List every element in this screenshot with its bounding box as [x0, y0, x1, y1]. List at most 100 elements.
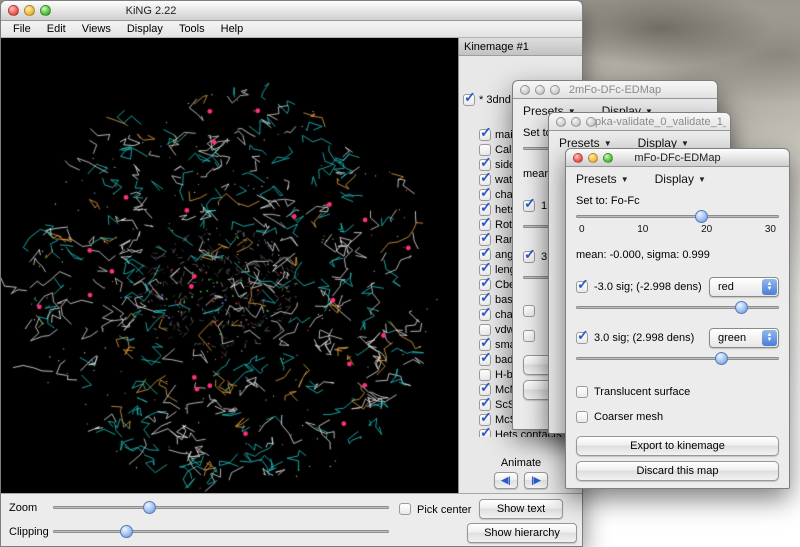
- positive-color-dropdown[interactable]: green: [709, 328, 779, 348]
- zoom-label: Zoom: [9, 502, 37, 514]
- window-controls: [520, 85, 560, 95]
- close-button[interactable]: [8, 5, 19, 16]
- tick-label: 0: [579, 224, 585, 237]
- slider-track: [53, 530, 389, 533]
- clipping-label: Clipping: [9, 526, 49, 538]
- set-to-label: Set to: Fo-Fc: [576, 191, 779, 207]
- maximize-button[interactable]: [586, 117, 596, 127]
- slider-thumb[interactable]: [715, 352, 728, 365]
- positive-sigma-label: 3.0 sig; (2.998 dens): [594, 332, 694, 344]
- window-controls: [556, 117, 596, 127]
- kinemage-item-label: * 3dnd: [479, 94, 511, 106]
- screen: KiNG 2.22 File Edit Views Display Tools …: [0, 0, 800, 547]
- sigma-2-label: 3: [541, 251, 547, 263]
- translucent-checkbox[interactable]: [523, 305, 535, 317]
- dropdown-arrows-icon: [762, 279, 777, 295]
- coarser-checkbox[interactable]: [576, 411, 588, 423]
- positive-sigma-checkbox[interactable]: [576, 332, 588, 344]
- menu-views[interactable]: Views: [74, 23, 119, 35]
- edmap-mfo-titlebar[interactable]: mFo-DFc-EDMap: [566, 149, 789, 167]
- negative-color-value: red: [718, 281, 734, 293]
- slider-thumb[interactable]: [120, 525, 133, 538]
- checkbox[interactable]: [463, 94, 475, 106]
- minimize-button[interactable]: [571, 117, 581, 127]
- translucent-row: Translucent surface: [576, 384, 779, 399]
- close-button[interactable]: [556, 117, 566, 127]
- level-slider[interactable]: [576, 209, 779, 224]
- maximize-button[interactable]: [40, 5, 51, 16]
- slider-thumb[interactable]: [143, 501, 156, 514]
- menu-help[interactable]: Help: [213, 23, 252, 35]
- animate-prev-button[interactable]: ◀|: [494, 472, 518, 489]
- menu-tools[interactable]: Tools: [171, 23, 213, 35]
- translucent-checkbox[interactable]: [576, 386, 588, 398]
- clipping-slider[interactable]: [53, 524, 389, 539]
- kinemage-panel-header: Kinemage #1: [459, 38, 583, 56]
- sigma-1-label: 1: [541, 200, 547, 212]
- close-button[interactable]: [520, 85, 530, 95]
- slider-thumb[interactable]: [735, 301, 748, 314]
- minimize-button[interactable]: [24, 5, 35, 16]
- animate-next-button[interactable]: |▶: [524, 472, 548, 489]
- positive-sigma-row: 3.0 sig; (2.998 dens) green: [576, 327, 779, 349]
- translucent-label: Translucent surface: [594, 386, 690, 398]
- king-titlebar[interactable]: KiNG 2.22: [1, 1, 582, 21]
- export-to-kinemage-button[interactable]: Export to kinemage: [576, 436, 779, 456]
- close-button[interactable]: [573, 153, 583, 163]
- display-menu[interactable]: Display: [655, 172, 706, 186]
- coarser-checkbox[interactable]: [523, 330, 535, 342]
- dialog-menubar: Presets Display: [576, 169, 779, 189]
- show-hierarchy-button[interactable]: Show hierarchy: [467, 523, 577, 543]
- slider-track: [53, 506, 389, 509]
- presets-menu-label: Presets: [576, 172, 617, 186]
- edmap-mfo-window: mFo-DFc-EDMap Presets Display Set to: Fo…: [565, 148, 790, 489]
- window-title: KiNG 2.22: [91, 5, 211, 17]
- tick-label: 10: [637, 224, 648, 237]
- slider-track: [576, 215, 779, 218]
- maximize-button[interactable]: [550, 85, 560, 95]
- king-window: KiNG 2.22 File Edit Views Display Tools …: [0, 0, 583, 547]
- slider-track: [576, 306, 779, 309]
- zoom-slider[interactable]: [53, 500, 389, 515]
- maximize-button[interactable]: [603, 153, 613, 163]
- sigma-1-checkbox[interactable]: [523, 200, 535, 212]
- menu-file[interactable]: File: [5, 23, 39, 35]
- negative-sigma-label: -3.0 sig; (-2.998 dens): [594, 281, 702, 293]
- level-slider-ticks: 0 10 20 30: [576, 224, 779, 237]
- checkbox[interactable]: [479, 354, 491, 366]
- minimize-button[interactable]: [588, 153, 598, 163]
- negative-color-dropdown[interactable]: red: [709, 277, 779, 297]
- tick-label: 30: [765, 224, 776, 237]
- positive-sigma-slider[interactable]: [576, 351, 779, 366]
- checkbox[interactable]: [479, 429, 491, 438]
- checkbox[interactable]: [479, 309, 491, 321]
- show-text-button[interactable]: Show text: [479, 499, 563, 519]
- menu-edit[interactable]: Edit: [39, 23, 74, 35]
- molecule-viewport[interactable]: [1, 38, 458, 493]
- window-controls: [8, 5, 51, 16]
- edmap-2mfo-titlebar[interactable]: 2mFo-DFc-EDMap: [513, 81, 717, 99]
- window-controls: [573, 153, 613, 163]
- negative-sigma-slider[interactable]: [576, 300, 779, 315]
- slider-track: [576, 357, 779, 360]
- negative-sigma-checkbox[interactable]: [576, 281, 588, 293]
- menubar: File Edit Views Display Tools Help: [1, 21, 582, 38]
- pka-validate-titlebar[interactable]: pka-validate_0_validate_1_ma...: [549, 113, 730, 131]
- pick-center-label: Pick center: [417, 504, 471, 516]
- sigma-2-checkbox[interactable]: [523, 251, 535, 263]
- edmap-mfo-body: Presets Display Set to: Fo-Fc 0 10 20 30…: [566, 167, 789, 489]
- map-stats: mean: -0.000, sigma: 0.999: [576, 249, 779, 264]
- presets-menu[interactable]: Presets: [576, 172, 629, 186]
- tick-label: 20: [701, 224, 712, 237]
- dropdown-arrows-icon: [762, 330, 777, 346]
- discard-this-map-button[interactable]: Discard this map: [576, 461, 779, 481]
- menu-display[interactable]: Display: [119, 23, 171, 35]
- display-menu-label: Display: [655, 172, 694, 186]
- window-title: pka-validate_0_validate_1_ma...: [595, 116, 726, 128]
- checkbox[interactable]: [479, 129, 491, 141]
- positive-color-value: green: [718, 332, 746, 344]
- minimize-button[interactable]: [535, 85, 545, 95]
- slider-thumb[interactable]: [695, 210, 708, 223]
- pick-center-checkbox[interactable]: [399, 503, 411, 515]
- coarser-label: Coarser mesh: [594, 411, 663, 423]
